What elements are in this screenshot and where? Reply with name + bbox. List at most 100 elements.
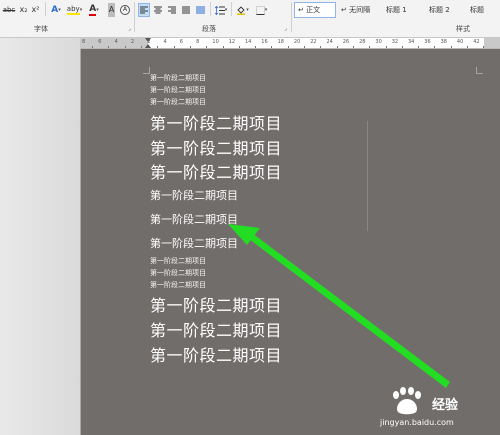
ruler-tick-label: 4 <box>163 39 167 45</box>
ruler-tick <box>401 46 403 48</box>
watermark-brand: 经验 <box>432 398 459 413</box>
character-shading-button[interactable]: A <box>106 3 117 17</box>
paragraph-dialog-launcher-icon[interactable]: ⌟ <box>284 25 287 32</box>
font-color-button[interactable]: A ▾ <box>86 3 102 17</box>
style-label: 标题 1 <box>386 6 407 14</box>
document-line[interactable]: 第一阶段二期项目 <box>150 268 206 278</box>
align-right-button[interactable] <box>166 3 178 17</box>
highlight-icon: aby <box>66 5 80 15</box>
ruler-tick <box>287 46 289 48</box>
justify-button[interactable] <box>180 3 192 17</box>
group-separator <box>134 2 135 32</box>
distributed-button[interactable] <box>194 3 206 17</box>
group-separator <box>291 2 292 32</box>
document-line[interactable]: 第一阶段二期项目 <box>150 317 282 341</box>
ruler-tick <box>141 46 143 48</box>
ruler-tick <box>222 46 224 48</box>
subscript-label: x₂ <box>19 5 28 14</box>
document-line[interactable]: 第一阶段二期项目 <box>150 73 206 83</box>
ruler-tick <box>352 46 354 48</box>
strikethrough-label: abc <box>2 6 16 14</box>
align-center-icon <box>154 6 162 14</box>
style-title[interactable]: 标题 <box>467 2 500 18</box>
paint-bucket-icon <box>237 6 246 15</box>
document-line[interactable]: 第一阶段二期项目 <box>150 235 238 251</box>
chevron-down-icon: ▾ <box>96 7 99 13</box>
ruler-tick <box>124 46 126 48</box>
chevron-down-icon: ▾ <box>264 7 268 13</box>
ruler-tick-label: 4 <box>114 39 118 45</box>
subscript-button[interactable]: x₂ <box>18 3 29 17</box>
font-color-icon: A <box>89 3 97 16</box>
document-line[interactable]: 第一阶段二期项目 <box>150 280 206 290</box>
document-line[interactable]: 第一阶段二期项目 <box>150 256 206 266</box>
borders-button[interactable]: ▾ <box>253 3 270 17</box>
ruler-tick-label: 2 <box>147 39 151 45</box>
watermark-url: jingyan.baidu.com <box>380 418 454 427</box>
superscript-button[interactable]: x² <box>30 3 41 17</box>
ruler-tick <box>385 46 387 48</box>
ruler-tick-label: 2 <box>130 39 135 45</box>
ruler-tick <box>108 46 110 48</box>
document-line[interactable]: 第一阶段二期项目 <box>150 110 282 134</box>
font-group-label: 字体 <box>34 25 48 33</box>
align-left-button[interactable] <box>138 3 150 17</box>
styles-gallery: ↵ 正文 ↵ 无间隔 标题 1 标题 2 标题 <box>294 0 500 20</box>
chevron-down-icon: ▾ <box>79 7 83 13</box>
style-normal[interactable]: ↵ 正文 <box>294 2 336 18</box>
text-effects-button[interactable]: A ▾ <box>48 3 64 17</box>
character-shading-icon: A <box>107 3 116 17</box>
ruler-tick <box>434 46 436 48</box>
document-line[interactable]: 第一阶段二期项目 <box>150 135 282 159</box>
ruler-tick-label: 34 <box>408 39 415 45</box>
style-heading-2[interactable]: 标题 2 <box>426 2 466 18</box>
ruler-tick-label: 6 <box>179 39 183 45</box>
document-canvas[interactable]: 第一阶段二期项目 第一阶段二期项目 第一阶段二期项目 第一阶段二期项目 第一阶段二期项目… <box>81 49 500 435</box>
ruler-right-margin <box>484 38 500 48</box>
distributed-icon <box>195 6 205 14</box>
style-label: 标题 <box>470 6 484 14</box>
strikethrough-button[interactable]: abc <box>2 3 16 17</box>
document-line[interactable]: 第一阶段二期项目 <box>150 85 206 95</box>
ruler-tick <box>483 46 485 48</box>
ruler-tick-label: 32 <box>391 39 399 45</box>
ribbon: abc x₂ x² A ▾ aby ▾ A ▾ A A 字体 ⌟ ▾ ▾ ▾ 段… <box>0 0 500 38</box>
document-line[interactable]: 第一阶段二期项目 <box>150 159 282 183</box>
ruler-tick <box>157 46 159 48</box>
shading-button[interactable]: ▾ <box>234 3 251 17</box>
align-center-button[interactable] <box>152 3 164 17</box>
justify-icon <box>182 6 190 14</box>
ruler-tick-label: 36 <box>424 39 431 45</box>
separator <box>45 2 46 16</box>
document-line[interactable]: 第一阶段二期项目 <box>150 342 282 366</box>
ruler-tick-label: 8 <box>196 39 200 45</box>
ruler-tick-label: 40 <box>456 39 464 45</box>
chevron-down-icon: ▾ <box>224 7 228 13</box>
ruler-tick-label: 38 <box>440 39 447 45</box>
document-line[interactable]: 第一阶段二期项目 <box>150 292 282 316</box>
ruler-tick <box>369 46 371 48</box>
style-label: 标题 2 <box>429 6 450 14</box>
horizontal-ruler[interactable]: 8 6 4 2 2 4 6 8 10 12 14 16 18 20 22 24 26 28 30 32 34 36 38 40… <box>80 38 500 49</box>
ruler-tick <box>467 46 469 48</box>
highlight-button[interactable]: aby ▾ <box>66 3 83 17</box>
style-heading-1[interactable]: 标题 1 <box>383 2 425 18</box>
ruler-tick-label: 20 <box>293 39 301 45</box>
line-spacing-button[interactable]: ▾ <box>213 3 229 17</box>
document-line[interactable]: 第一阶段二期项目 <box>150 97 206 107</box>
ruler-tick <box>271 46 273 48</box>
enclose-characters-button[interactable]: A <box>119 3 131 17</box>
text-boundary-line <box>367 121 368 231</box>
style-no-spacing[interactable]: ↵ 无间隔 <box>338 2 382 18</box>
ruler-tick <box>418 46 420 48</box>
font-dialog-launcher-icon[interactable]: ⌟ <box>128 25 131 32</box>
document-line[interactable]: 第一阶段二期项目 <box>150 211 238 227</box>
styles-group-label: 样式 <box>456 25 470 33</box>
ruler-tick <box>173 46 175 48</box>
ruler-tick-label: 24 <box>326 39 333 45</box>
ruler-tick <box>255 46 257 48</box>
ruler-tick <box>320 46 322 48</box>
paragraph-group-label: 段落 <box>202 25 216 33</box>
chevron-down-icon: ▾ <box>246 7 249 13</box>
document-line[interactable]: 第一阶段二期项目 <box>150 187 238 203</box>
